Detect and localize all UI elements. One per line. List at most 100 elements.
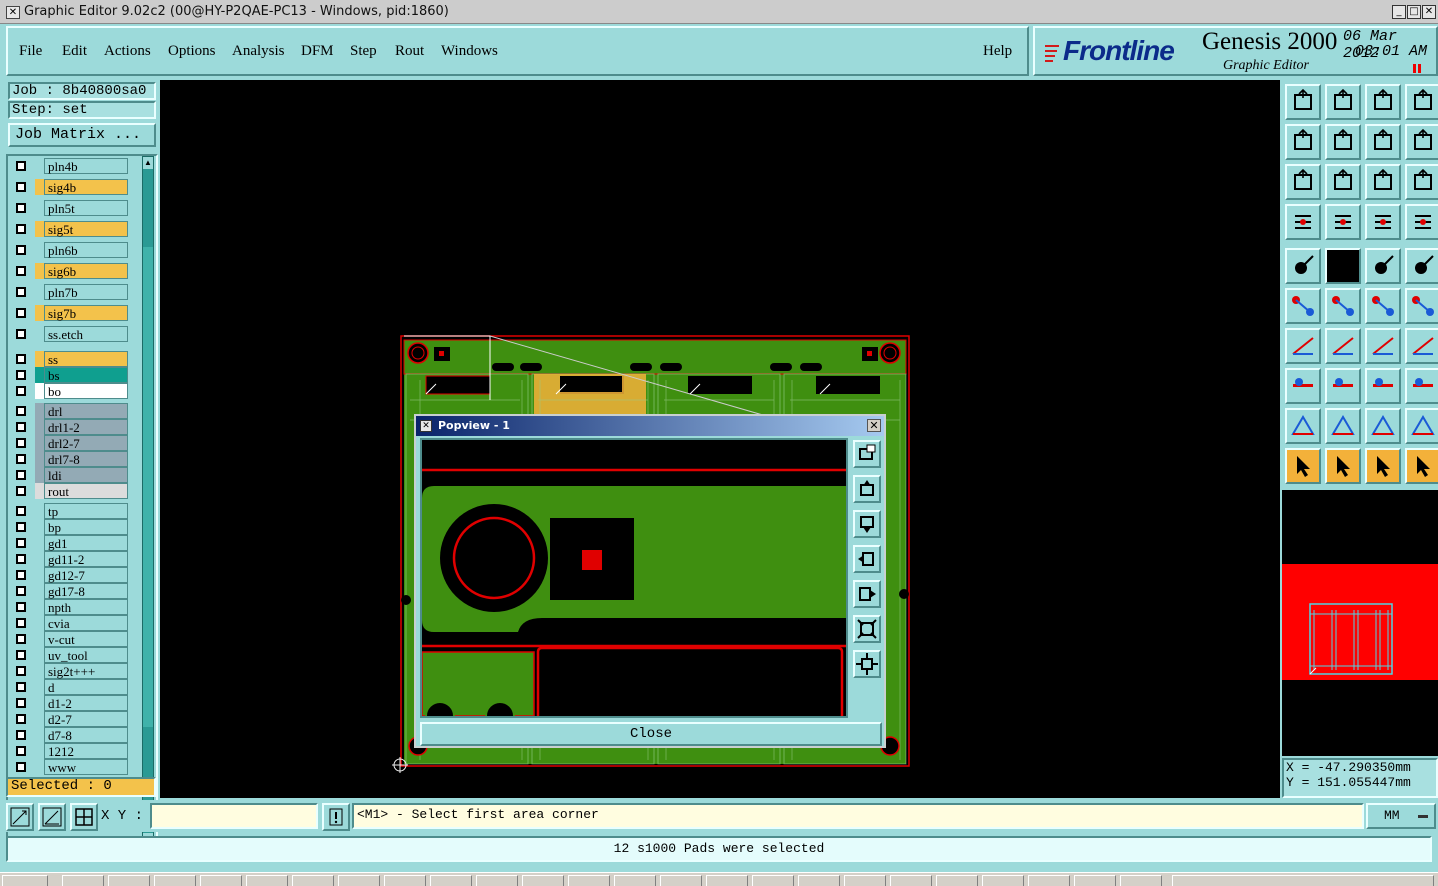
layer-row-tp[interactable]: tp <box>12 503 130 519</box>
menu-step[interactable]: Step <box>350 43 377 60</box>
minimize-button[interactable]: _ <box>1392 5 1406 19</box>
layer-label[interactable]: 1212 <box>44 743 128 759</box>
layer-row-1212[interactable]: 1212 <box>12 743 130 759</box>
zoom-out-button[interactable] <box>1325 164 1361 200</box>
taskbar-item[interactable] <box>338 875 380 886</box>
taskbar-item[interactable] <box>1074 875 1116 886</box>
window-button[interactable] <box>1405 84 1438 120</box>
layer-checkbox[interactable] <box>16 682 26 692</box>
query-button[interactable] <box>1405 164 1438 200</box>
taskbar-item[interactable] <box>568 875 610 886</box>
layer-checkbox[interactable] <box>16 422 26 432</box>
layer-row-sig7b[interactable]: sig7b <box>12 305 130 321</box>
lift-button[interactable] <box>1405 408 1438 444</box>
layer-checkbox[interactable] <box>16 438 26 448</box>
layer-label[interactable]: sig5t <box>44 221 128 237</box>
layer-row-pln6b[interactable]: pln6b <box>12 242 130 258</box>
taskbar-item[interactable] <box>982 875 1024 886</box>
units-selector[interactable]: MM <box>1366 803 1436 829</box>
layer-row-gd1[interactable]: gd1 <box>12 535 130 551</box>
popview-pan-down-button[interactable] <box>853 510 881 538</box>
layer-label[interactable]: d1-2 <box>44 695 128 711</box>
layer-label[interactable]: v-cut <box>44 631 128 647</box>
menu-edit[interactable]: Edit <box>62 43 87 60</box>
layer-checkbox[interactable] <box>16 762 26 772</box>
layer-label[interactable]: drl1-2 <box>44 419 128 435</box>
layer-row-gd12-7[interactable]: gd12-7 <box>12 567 130 583</box>
layer-row-drl7-8[interactable]: drl7-8 <box>12 451 130 467</box>
add-point-button[interactable] <box>1405 288 1438 324</box>
layer-row-d1-2[interactable]: d1-2 <box>12 695 130 711</box>
layer-label[interactable]: uv_tool <box>44 647 128 663</box>
cross-button[interactable] <box>1325 288 1361 324</box>
layer-checkbox[interactable] <box>16 308 26 318</box>
layer-row-pln4b[interactable]: pln4b <box>12 158 130 174</box>
scroll-thumb[interactable] <box>143 247 153 727</box>
layer-row-d[interactable]: d <box>12 679 130 695</box>
layer-label[interactable]: sig2t+++ <box>44 663 128 679</box>
layer-label[interactable]: gd11-2 <box>44 551 128 567</box>
circle-button[interactable] <box>1405 248 1438 284</box>
popview-zoom-in-button[interactable] <box>853 615 881 643</box>
taskbar-item[interactable] <box>246 875 288 886</box>
layer-label[interactable]: drl2-7 <box>44 435 128 451</box>
vertex-button[interactable] <box>1325 408 1361 444</box>
layer-checkbox[interactable] <box>16 329 26 339</box>
layer-label[interactable]: d <box>44 679 128 695</box>
mirror-button[interactable] <box>1405 328 1438 364</box>
start-button[interactable] <box>2 875 48 886</box>
layer-row-www[interactable]: www <box>12 759 130 775</box>
graphic-canvas[interactable]: ✕ Popview - 1 ✕ Close <box>160 80 1280 798</box>
layer-checkbox[interactable] <box>16 354 26 364</box>
menu-rout[interactable]: Rout <box>395 43 424 60</box>
menu-analysis[interactable]: Analysis <box>232 43 285 60</box>
layer-checkbox[interactable] <box>16 746 26 756</box>
layer-label[interactable]: www <box>44 759 128 775</box>
select-net-button[interactable] <box>1325 448 1361 484</box>
angle-button[interactable] <box>1285 328 1321 364</box>
exclamation-icon[interactable] <box>322 803 350 831</box>
layer-row-rout[interactable]: rout <box>12 483 130 499</box>
color-fill-button[interactable] <box>1325 248 1361 284</box>
layer-checkbox[interactable] <box>16 406 26 416</box>
layer-checkbox[interactable] <box>16 730 26 740</box>
layer-checkbox[interactable] <box>16 698 26 708</box>
layer-checkbox[interactable] <box>16 470 26 480</box>
layer-checkbox[interactable] <box>16 714 26 724</box>
layer-label[interactable]: pln6b <box>44 242 128 258</box>
layer-label[interactable]: tp <box>44 503 128 519</box>
taskbar-item[interactable] <box>476 875 518 886</box>
layer-label[interactable]: pln4b <box>44 158 128 174</box>
pan-right-button[interactable] <box>1325 124 1361 160</box>
menu-file[interactable]: File <box>19 43 42 60</box>
triangle-button[interactable] <box>1285 408 1321 444</box>
popview-close-button[interactable]: Close <box>420 722 882 746</box>
taskbar-item[interactable] <box>890 875 932 886</box>
layer-label[interactable]: d2-7 <box>44 711 128 727</box>
layer-row-ss-etch[interactable]: ss.etch <box>12 326 130 342</box>
redraw-button[interactable] <box>1405 124 1438 160</box>
layer-checkbox[interactable] <box>16 370 26 380</box>
scale-1-2-button[interactable] <box>1365 164 1401 200</box>
layer-label[interactable]: sig6b <box>44 263 128 279</box>
group-button[interactable] <box>1405 368 1438 404</box>
job-matrix-button[interactable]: Job Matrix ... <box>8 123 156 147</box>
layer-checkbox[interactable] <box>16 586 26 596</box>
taskbar-item[interactable] <box>660 875 702 886</box>
zoom-save-button[interactable] <box>1325 84 1361 120</box>
menu-actions[interactable]: Actions <box>104 43 151 60</box>
ruler-button[interactable] <box>1365 248 1401 284</box>
layer-scrollbar[interactable]: ▲ ▼ <box>142 156 154 846</box>
scroll-up-icon[interactable]: ▲ <box>143 157 153 169</box>
pan-left-button[interactable] <box>1285 124 1321 160</box>
layer-row-drl[interactable]: drl <box>12 403 130 419</box>
layer-label[interactable]: gd17-8 <box>44 583 128 599</box>
layer-label[interactable]: bs <box>44 367 128 383</box>
popview-pan-left-button[interactable] <box>853 545 881 573</box>
xy-input[interactable] <box>150 803 318 829</box>
snap-icon[interactable] <box>6 803 34 831</box>
layer-row-d7-8[interactable]: d7-8 <box>12 727 130 743</box>
layer-checkbox[interactable] <box>16 602 26 612</box>
net-select-button[interactable] <box>1365 204 1401 240</box>
layer-checkbox[interactable] <box>16 554 26 564</box>
